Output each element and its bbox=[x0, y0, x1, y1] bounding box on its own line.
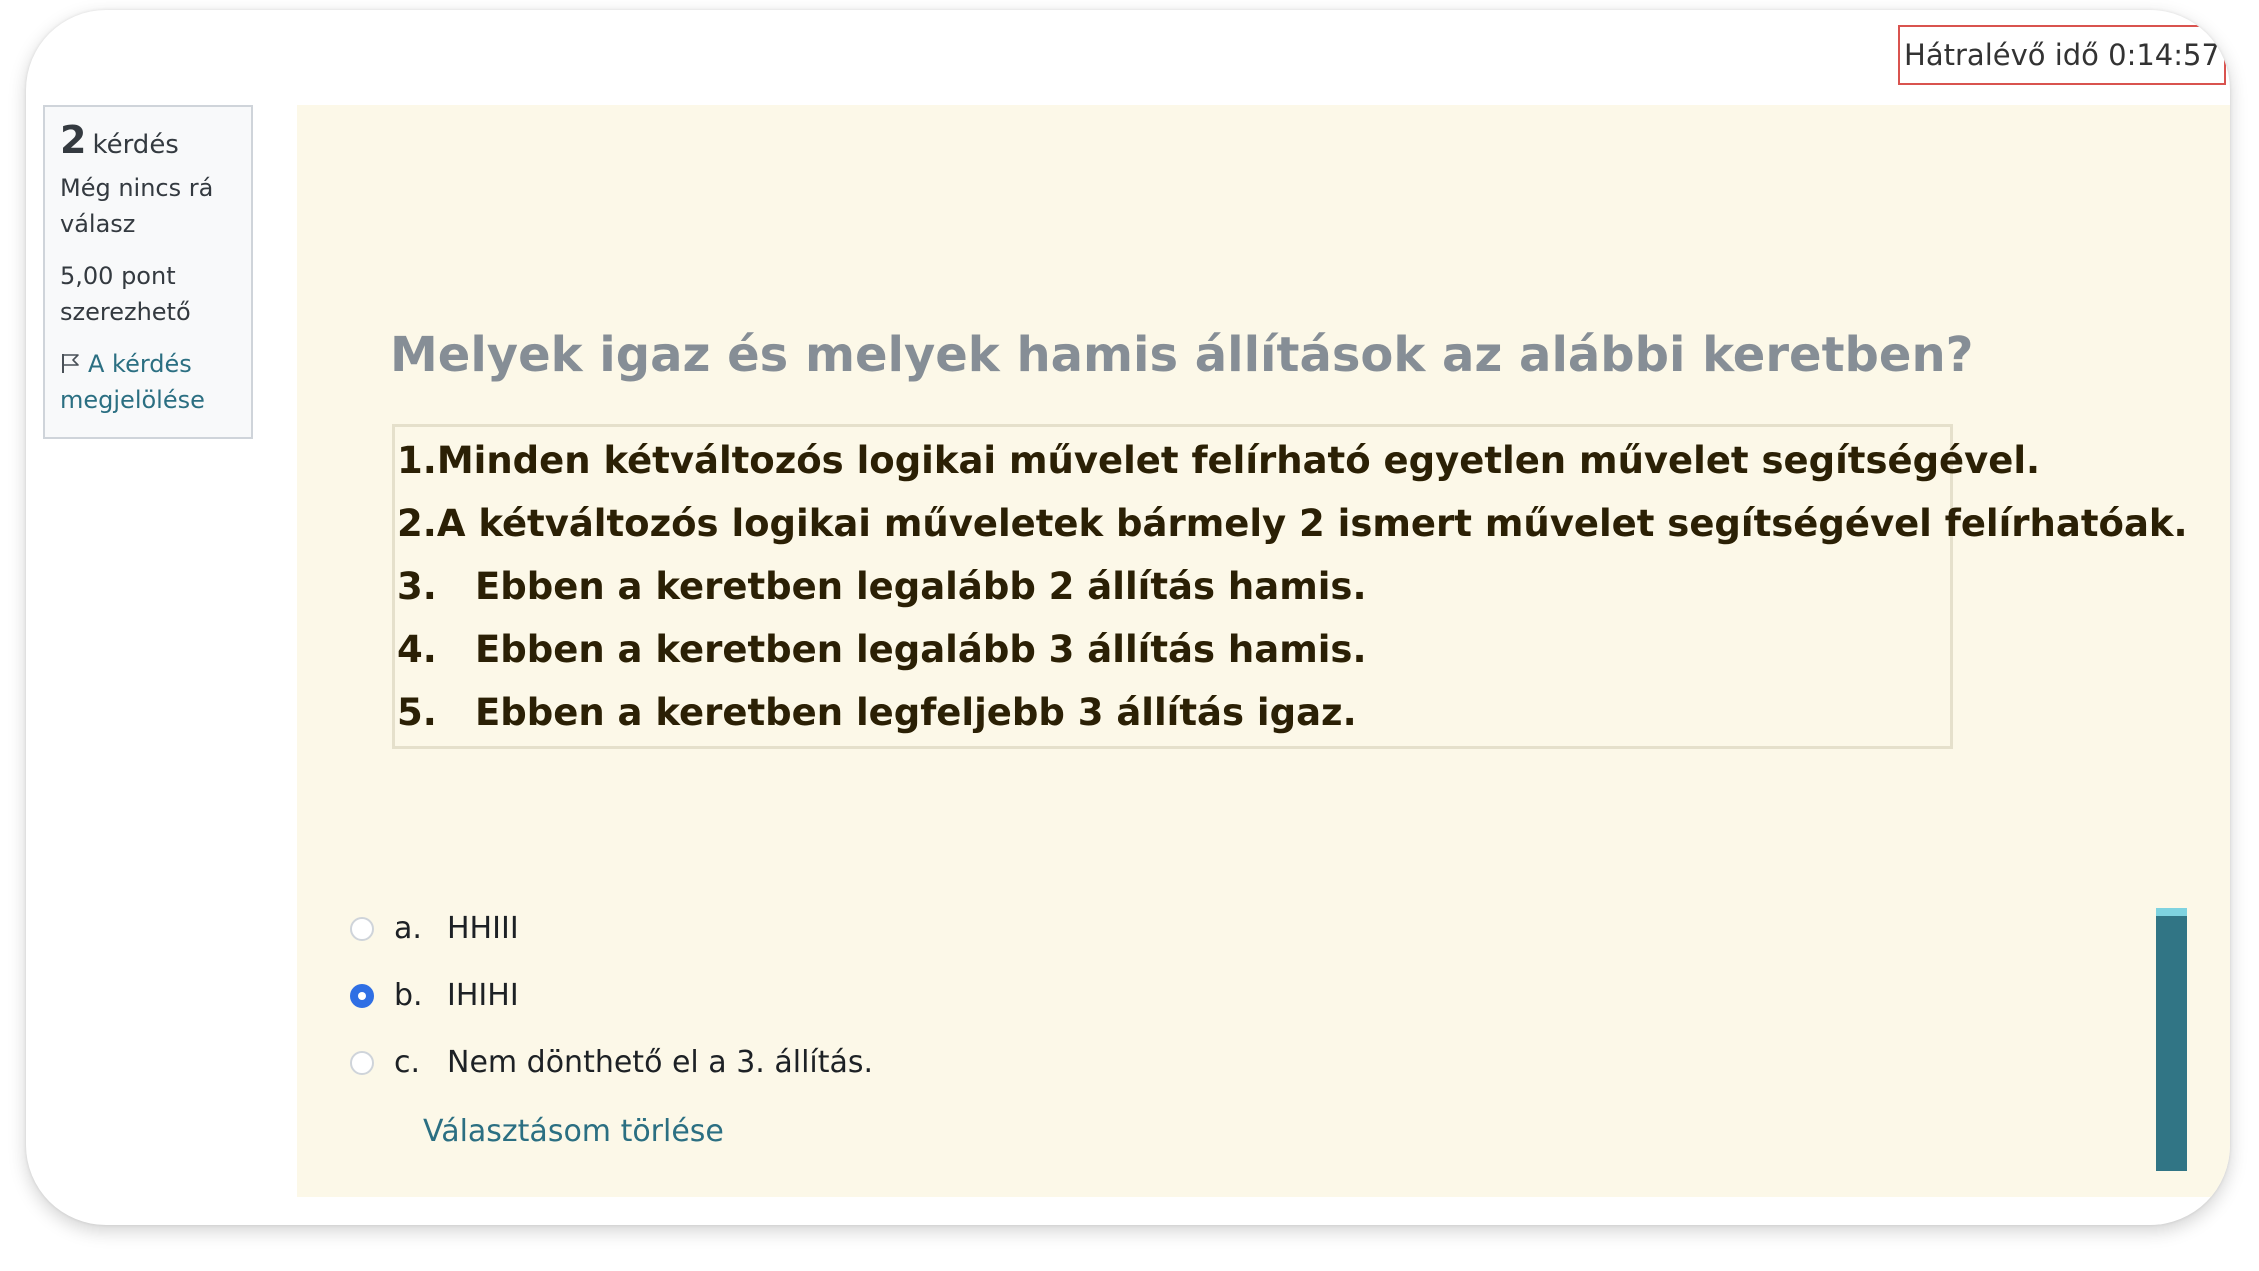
radio-button[interactable] bbox=[350, 1050, 374, 1075]
radio-button-selected[interactable] bbox=[350, 983, 374, 1008]
statement-number: 5. bbox=[397, 691, 437, 734]
statement-text: Ebben a keretben legalább 3 állítás hami… bbox=[475, 628, 1367, 671]
question-number-label: kérdés bbox=[92, 130, 179, 160]
answer-letter: b. bbox=[394, 978, 423, 1013]
flag-icon bbox=[62, 354, 79, 373]
statement-item: 5. Ebben a keretben legfeljebb 3 állítás… bbox=[395, 681, 1950, 744]
question-content: Melyek igaz és melyek hamis állítások az… bbox=[297, 105, 2230, 1197]
answer-text: IHIHI bbox=[447, 978, 519, 1013]
scrollbar-thumb[interactable] bbox=[2156, 908, 2187, 1171]
answer-option-c[interactable]: c. Nem dönthető el a 3. állítás. bbox=[350, 1029, 873, 1096]
question-number-line: 2 kérdés bbox=[60, 119, 236, 166]
statement-text: Ebben a keretben legfeljebb 3 állítás ig… bbox=[475, 691, 1357, 734]
statement-item: 3. Ebben a keretben legalább 2 állítás h… bbox=[395, 555, 1950, 618]
statement-text: A kétváltozós logikai műveletek bármely … bbox=[436, 502, 2188, 545]
clear-choice-link[interactable]: Választásom törlése bbox=[423, 1114, 724, 1149]
answer-option-a[interactable]: a. HHIII bbox=[350, 895, 873, 962]
statement-number: 4. bbox=[397, 628, 437, 671]
question-info-panel: 2 kérdés Még nincs rá válasz 5,00 pont sz… bbox=[43, 105, 253, 439]
statement-number: 2. bbox=[397, 502, 437, 545]
answer-options: a. HHIII b. IHIHI c. Nem dönthető el a 3… bbox=[350, 895, 873, 1096]
answer-letter: a. bbox=[394, 911, 422, 946]
statement-item: 1. Minden kétváltozós logikai művelet fe… bbox=[395, 429, 2040, 492]
answer-text: Nem dönthető el a 3. állítás. bbox=[447, 1045, 874, 1080]
quiz-window: Hátralévő idő 0:14:57 2 kérdés Még nincs … bbox=[26, 10, 2230, 1225]
statement-text: Ebben a keretben legalább 2 állítás hami… bbox=[475, 565, 1367, 608]
radio-button[interactable] bbox=[350, 916, 374, 941]
countdown-timer: Hátralévő idő 0:14:57 bbox=[1898, 25, 2226, 85]
statement-item: 2. A kétváltozós logikai műveletek bárme… bbox=[395, 492, 2188, 555]
statements-box: 1. Minden kétváltozós logikai művelet fe… bbox=[392, 424, 2188, 749]
answer-text: HHIII bbox=[447, 911, 519, 946]
max-grade: 5,00 pont szerezhető bbox=[60, 262, 191, 326]
statement-text: Minden kétváltozós logikai művelet felír… bbox=[436, 439, 2041, 482]
statement-number: 1. bbox=[397, 439, 437, 482]
answer-option-b[interactable]: b. IHIHI bbox=[350, 962, 873, 1029]
flag-question-link[interactable]: A kérdés megjelölése bbox=[60, 346, 236, 418]
question-text: Melyek igaz és melyek hamis állítások az… bbox=[390, 327, 1974, 383]
statement-number: 3. bbox=[397, 565, 437, 608]
answer-state: Még nincs rá válasz bbox=[60, 174, 214, 238]
statement-item: 4. Ebben a keretben legalább 3 állítás h… bbox=[395, 618, 1950, 681]
answer-letter: c. bbox=[394, 1045, 421, 1080]
question-number: 2 bbox=[60, 118, 87, 162]
